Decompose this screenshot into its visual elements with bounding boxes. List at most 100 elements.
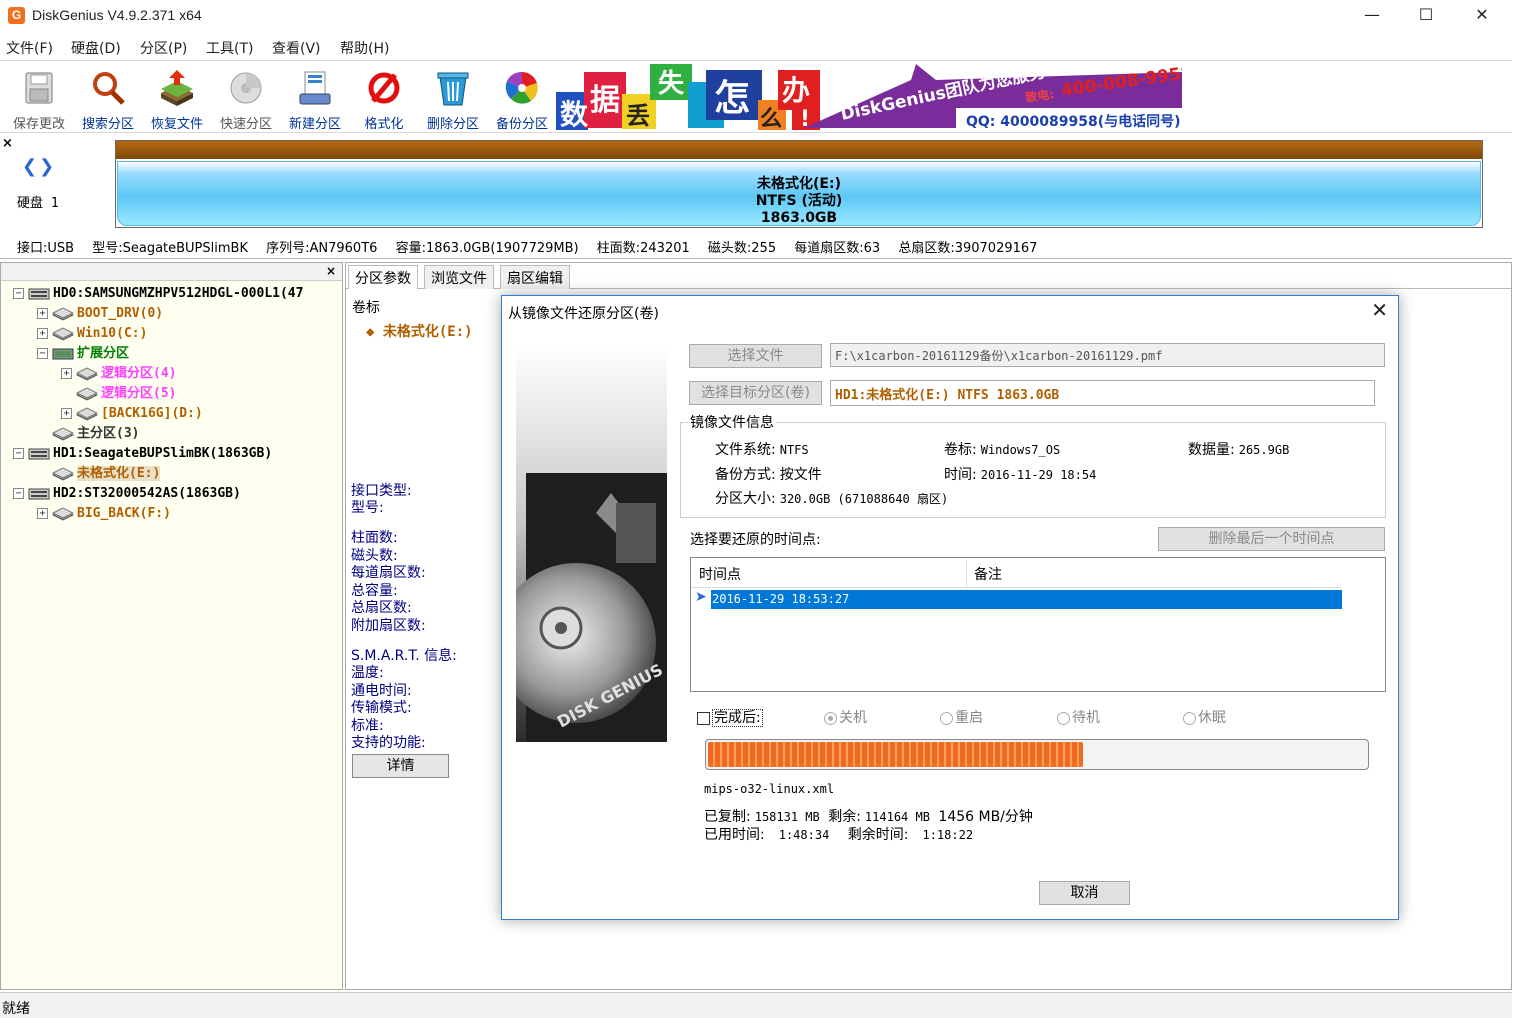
tree-node-part[interactable]: + Win10(C:): [37, 324, 147, 344]
label-sectors-per-track: 每道扇区数:: [351, 565, 426, 581]
detail-tabs: 分区参数 浏览文件 扇区编辑: [346, 263, 1511, 289]
label-total-capacity: 总容量:: [351, 583, 398, 599]
title-bar: G DiskGenius V4.9.2.371 x64 — ☐ ✕: [0, 0, 1512, 32]
backup-partition-icon: [505, 71, 538, 104]
tree-node-log[interactable]: + 逻辑分区(4): [61, 364, 176, 384]
disk-serial: 序列号:AN7960T6: [266, 241, 378, 256]
label-interface-type: 接口类型:: [351, 483, 412, 499]
delete-last-timepoint-button[interactable]: 删除最后一个时间点: [1158, 527, 1385, 551]
tree-node-ext[interactable]: − 扩展分区: [37, 344, 129, 364]
expand-icon[interactable]: +: [37, 308, 48, 319]
dialog-title: 从镜像文件还原分区(卷): [508, 306, 659, 322]
format-button[interactable]: 格式化: [350, 65, 418, 132]
tree-node-pri[interactable]: 主分区(3): [37, 424, 139, 444]
minimize-button[interactable]: —: [1344, 0, 1400, 32]
menu-help[interactable]: 帮助(H): [340, 38, 389, 58]
tree-node-part[interactable]: + BOOT_DRV(0): [37, 304, 163, 324]
dialog-close-button[interactable]: ✕: [1371, 298, 1388, 322]
search-icon: [93, 72, 125, 105]
collapse-icon[interactable]: −: [13, 288, 24, 299]
partition-icon: [52, 306, 77, 321]
tree-node-disk[interactable]: − HD0:SAMSUNGMZHPV512HDGL-000L1(47: [13, 284, 303, 304]
new-partition-icon: [299, 71, 331, 105]
menu-partition[interactable]: 分区(P): [140, 38, 187, 58]
label-total-sectors: 总扇区数:: [351, 600, 412, 616]
progress-fill: [708, 742, 1084, 767]
menu-disk[interactable]: 硬盘(D): [71, 38, 121, 58]
cancel-button[interactable]: 取消: [1039, 881, 1130, 905]
window-title: DiskGenius V4.9.2.371 x64: [32, 7, 202, 23]
checkbox-box[interactable]: [697, 711, 710, 725]
timepoint-row[interactable]: 2016-11-29 18:53:27: [711, 590, 1342, 609]
delete-partition-icon: [437, 72, 469, 106]
delete-partition-button[interactable]: 删除分区: [419, 65, 487, 132]
partition-bar[interactable]: 未格式化(E:) NTFS (活动) 1863.0GB: [115, 140, 1483, 228]
banner-char-2: 丢: [626, 102, 650, 130]
tree-node-label: [BACK16G](D:): [101, 406, 203, 421]
expand-icon[interactable]: +: [61, 368, 72, 379]
recover-files-button[interactable]: 恢复文件: [143, 65, 211, 132]
collapse-icon[interactable]: −: [37, 348, 48, 359]
target-partition-field[interactable]: HD1:未格式化(E:) NTFS 1863.0GB: [830, 380, 1375, 406]
disk-interface: 接口:USB: [17, 241, 75, 256]
radio-restart[interactable]: 重启: [940, 707, 983, 727]
close-window-button[interactable]: ✕: [1454, 0, 1510, 32]
data-size-info: 数据量: 265.9GB: [1188, 442, 1290, 458]
tree-node-disk[interactable]: − HD1:SeagateBUPSlimBK(1863GB): [13, 444, 272, 464]
timepoint-list[interactable]: 时间点 备注 ➤ 2016-11-29 18:53:27: [690, 557, 1386, 692]
disk-nav-arrows[interactable]: ❮❯: [22, 156, 56, 177]
hard-disk-icon: [28, 486, 53, 501]
radio-hibernate[interactable]: 休眠: [1183, 707, 1226, 727]
volume-label-info: 卷标: Windows7_OS: [944, 442, 1061, 458]
chevron-left-icon[interactable]: ❮: [22, 156, 39, 177]
volume-row[interactable]: ◆ 未格式化(E:): [366, 321, 473, 341]
partition-icon: [52, 466, 77, 481]
expand-icon[interactable]: +: [37, 328, 48, 339]
search-partition-button[interactable]: 搜索分区: [74, 65, 142, 132]
column-header-note[interactable]: 备注: [974, 564, 1002, 584]
save-icon: [25, 72, 53, 104]
radio-standby[interactable]: 待机: [1057, 707, 1100, 727]
expand-icon[interactable]: +: [61, 408, 72, 419]
tree-node-part[interactable]: + [BACK16G](D:): [61, 404, 203, 424]
partition-icon: [52, 426, 77, 441]
quick-partition-icon: [230, 72, 262, 104]
tree-node-disk[interactable]: − HD2:ST32000542AS(1863GB): [13, 484, 241, 504]
tree-node-part[interactable]: 未格式化(E:): [37, 464, 161, 484]
close-icon[interactable]: ×: [2, 136, 13, 151]
image-file-path-field[interactable]: F:\x1carbon-20161129备份\x1carbon-20161129…: [830, 343, 1385, 367]
collapse-icon[interactable]: −: [13, 488, 24, 499]
promo-banner[interactable]: 数 据 丢 失 怎 么 办 ! DiskGenius团队为您服务! 致电: 40…: [556, 62, 1182, 131]
collapse-icon[interactable]: −: [13, 448, 24, 459]
tab-sector-edit[interactable]: 扇区编辑: [500, 265, 570, 289]
menu-tools[interactable]: 工具(T): [206, 38, 253, 58]
expand-icon[interactable]: +: [37, 508, 48, 519]
maximize-button[interactable]: ☐: [1398, 0, 1454, 32]
tab-browse-files[interactable]: 浏览文件: [424, 265, 494, 289]
details-button[interactable]: 详情: [352, 754, 449, 778]
chevron-right-icon[interactable]: ❯: [39, 156, 56, 177]
label-cylinders: 柱面数:: [351, 530, 398, 546]
tab-partition-params[interactable]: 分区参数: [348, 265, 418, 289]
tree-node-label: HD2:ST32000542AS(1863GB): [53, 486, 241, 501]
after-completion-checkbox[interactable]: 完成后:: [697, 707, 763, 727]
column-header-timepoint[interactable]: 时间点: [699, 564, 741, 584]
select-file-button[interactable]: 选择文件: [689, 344, 822, 368]
close-icon[interactable]: ×: [326, 264, 336, 278]
disk-heads: 磁头数:255: [707, 241, 777, 256]
partition-block[interactable]: 未格式化(E:) NTFS (活动) 1863.0GB: [117, 161, 1481, 226]
quick-partition-button[interactable]: 快速分区: [212, 65, 280, 132]
tree-node-log[interactable]: 逻辑分区(5): [61, 384, 176, 404]
disk-capacity: 容量:1863.0GB(1907729MB): [395, 241, 579, 256]
tree-node-part[interactable]: + BIG_BACK(F:): [37, 504, 171, 524]
select-target-partition-button[interactable]: 选择目标分区(卷): [689, 381, 822, 405]
save-changes-button[interactable]: 保存更改: [5, 65, 73, 132]
new-partition-button[interactable]: 新建分区: [281, 65, 349, 132]
tree-node-label: BIG_BACK(F:): [77, 506, 171, 521]
current-row-arrow-icon: ➤: [695, 589, 707, 605]
radio-shutdown[interactable]: 关机: [824, 707, 867, 727]
menu-view[interactable]: 查看(V): [272, 38, 321, 58]
menu-file[interactable]: 文件(F): [6, 38, 53, 58]
partition-icon: [52, 506, 77, 521]
backup-partition-button[interactable]: 备份分区: [488, 65, 556, 132]
